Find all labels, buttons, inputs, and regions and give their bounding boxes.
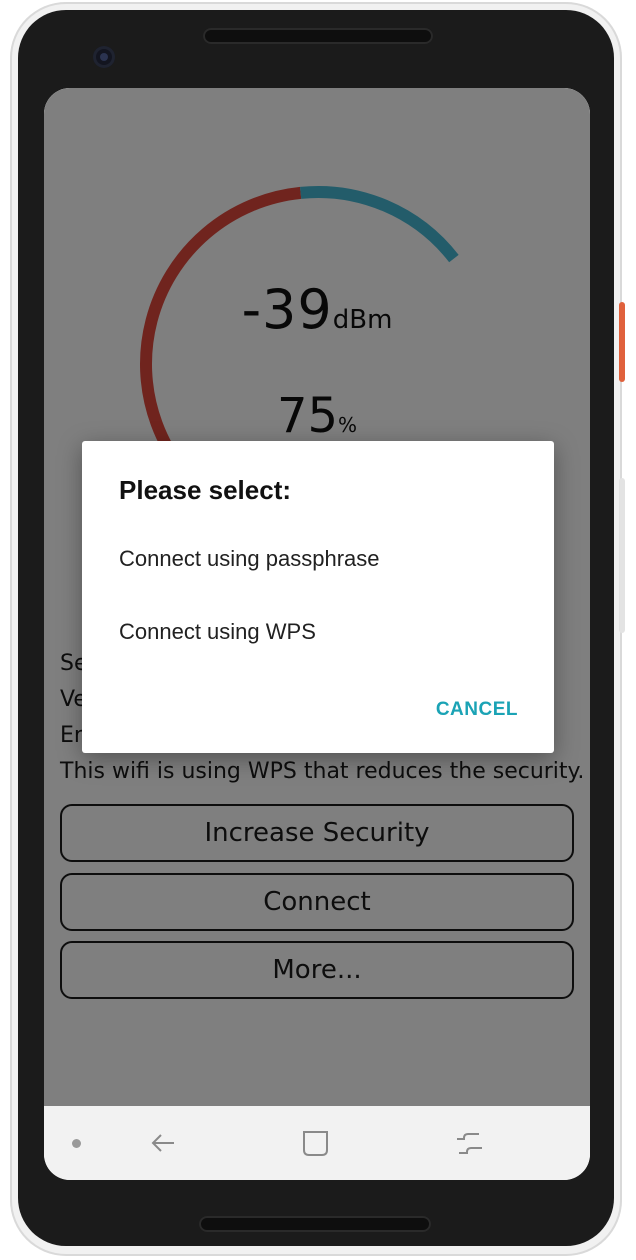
dot-indicator-icon — [72, 1139, 81, 1148]
connect-passphrase-option[interactable]: Connect using passphrase — [119, 546, 380, 572]
back-icon[interactable] — [148, 1128, 178, 1158]
select-dialog: Please select: Connect using passphrase … — [82, 441, 554, 753]
dialog-title: Please select: — [119, 475, 292, 505]
system-nav-bar — [44, 1106, 590, 1180]
cancel-button[interactable]: CANCEL — [436, 699, 518, 721]
screen: -39dBm 75% Se Ve En This wifi is using W… — [44, 88, 590, 1180]
home-square-icon[interactable] — [301, 1128, 331, 1158]
front-camera — [93, 46, 115, 68]
bottom-speaker — [199, 1216, 431, 1232]
recents-icon[interactable] — [454, 1128, 484, 1158]
connect-wps-option[interactable]: Connect using WPS — [119, 619, 316, 645]
power-button[interactable] — [619, 302, 625, 382]
top-speaker — [203, 28, 433, 44]
volume-button[interactable] — [619, 478, 625, 633]
